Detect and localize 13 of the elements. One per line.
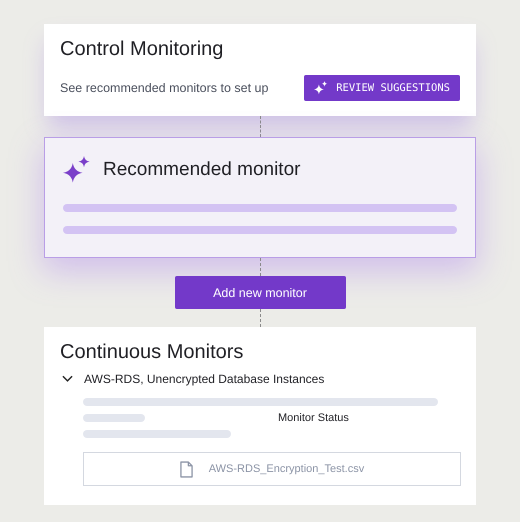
add-monitor-button[interactable]: Add new monitor xyxy=(174,276,346,309)
monitor-name: AWS-RDS, Unencrypted Database Instances xyxy=(84,372,324,386)
card-description: See recommended monitors to set up xyxy=(60,81,268,95)
card-title: Recommended monitor xyxy=(103,159,300,181)
chevron-icon[interactable] xyxy=(62,375,73,383)
sparkle-icon xyxy=(314,81,328,95)
card-title: Continuous Monitors xyxy=(60,341,244,364)
placeholder-bar xyxy=(83,414,145,422)
review-suggestions-button[interactable]: REVIEW SUGGESTIONS xyxy=(304,75,460,101)
status-label: Monitor Status xyxy=(278,412,349,424)
card-title: Control Monitoring xyxy=(60,38,224,61)
document-icon xyxy=(180,460,193,478)
sparkle-icon xyxy=(63,156,91,184)
